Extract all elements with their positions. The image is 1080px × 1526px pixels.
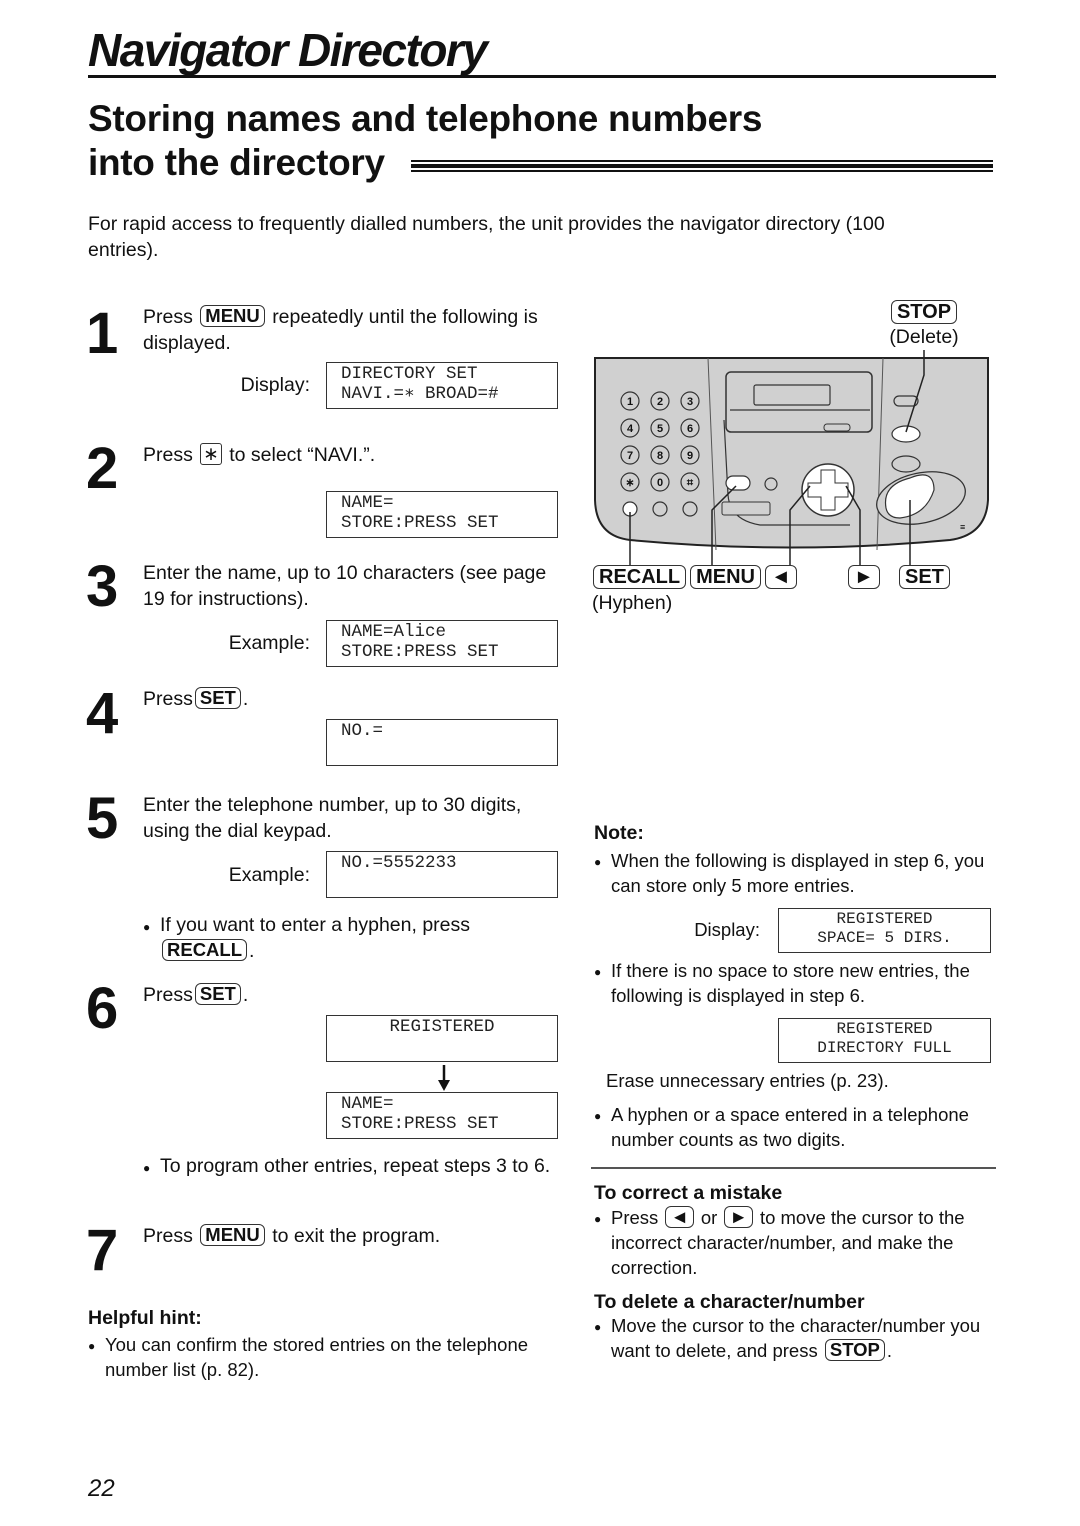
- svg-text:∗: ∗: [625, 477, 634, 489]
- step-1-number: 1: [86, 301, 119, 366]
- step-6-number: 6: [86, 976, 119, 1041]
- helpful-hint-heading: Helpful hint:: [88, 1307, 202, 1329]
- step-3-number: 3: [86, 554, 119, 619]
- svg-text:8: 8: [657, 450, 663, 462]
- keypad-key: 6: [680, 418, 700, 438]
- lcd-display-step-5: NO.=5552233: [326, 851, 558, 898]
- recall-caption: (Hyphen): [592, 592, 673, 614]
- keypad-key: 5: [650, 418, 670, 438]
- svg-text:≡: ≡: [960, 522, 965, 532]
- step-1-text: Press MENU repeatedly until the followin…: [143, 305, 538, 354]
- keypad-key: 0: [650, 472, 670, 492]
- keypad-key: ∗: [620, 472, 640, 492]
- set-key: SET: [194, 983, 241, 1005]
- step-7-number: 7: [86, 1218, 119, 1283]
- title-rule: [88, 75, 996, 78]
- set-key: SET: [194, 687, 241, 709]
- display-label: Display:: [694, 919, 760, 940]
- step-2-number: 2: [86, 436, 119, 501]
- svg-text:9: 9: [687, 450, 693, 462]
- helpful-hint-bullet: You can confirm the stored entries on th…: [88, 1332, 565, 1382]
- stop-key: STOP: [824, 1339, 885, 1361]
- erase-text: Erase unnecessary entries (p. 23).: [606, 1070, 889, 1091]
- stop-key: STOP: [890, 300, 958, 324]
- section-title-line2: into the directory: [88, 142, 385, 183]
- keypad-key: 8: [650, 445, 670, 465]
- step-6-text: Press SET.: [143, 983, 249, 1006]
- page-title: Navigator Directory: [88, 24, 488, 76]
- svg-text:2: 2: [657, 396, 663, 408]
- correct-mistake-heading: To correct a mistake: [594, 1182, 783, 1204]
- display-label: Display:: [240, 374, 310, 396]
- left-arrow-key: ◄: [765, 565, 797, 589]
- set-key: SET: [899, 565, 950, 589]
- step-4-number: 4: [86, 681, 119, 746]
- stop-caption: (Delete): [889, 326, 959, 348]
- svg-text:5: 5: [657, 423, 663, 435]
- intro-paragraph: For rapid access to frequently dialled n…: [88, 213, 885, 261]
- lcd-display-step-3: NAME=Alice STORE:PRESS SET: [326, 620, 558, 667]
- svg-text:3: 3: [687, 396, 693, 408]
- keypad-key: 7: [620, 445, 640, 465]
- svg-text:7: 7: [627, 450, 633, 462]
- menu-key: MENU: [690, 565, 761, 589]
- step-5-text: Enter the telephone number, up to 30 dig…: [143, 794, 522, 842]
- lcd-directory-full: REGISTERED DIRECTORY FULL: [778, 1018, 991, 1063]
- recall-key: RECALL: [162, 939, 248, 961]
- down-arrow-icon: [438, 1065, 450, 1091]
- keypad-key: 4: [620, 418, 640, 438]
- hyphen-bullet: If you want to enter a hyphen, press REC…: [143, 912, 560, 964]
- note-bullet-2: If there is no space to store new entrie…: [594, 958, 1006, 1008]
- key-labels-row: RECALL MENU ◄: [591, 565, 799, 589]
- menu-key: MENU: [200, 1224, 265, 1246]
- lcd-display-step-6-next: NAME= STORE:PRESS SET: [326, 1092, 558, 1139]
- keypad-key: 2: [650, 391, 670, 411]
- delete-char-bullet: Move the cursor to the character/number …: [594, 1313, 1011, 1363]
- note-bullet-1: When the following is displayed in step …: [594, 848, 1001, 898]
- keypad-key: 9: [680, 445, 700, 465]
- svg-text:6: 6: [687, 423, 693, 435]
- note-heading: Note:: [594, 822, 644, 844]
- lcd-display-step-6: REGISTERED: [326, 1015, 558, 1062]
- right-arrow-key: ►: [848, 565, 880, 589]
- correct-mistake-bullet: Press ◄ or ► to move the cursor to the i…: [594, 1205, 1006, 1280]
- fax-control-panel-illustration: 1 2 3 4 5 6 7 8 9 ∗ 0 ⌗ ≡: [594, 350, 989, 565]
- lcd-display-step-4: NO.=: [326, 719, 558, 766]
- right-arrow-key: ►: [724, 1206, 753, 1228]
- example-label: Example:: [228, 632, 310, 654]
- step-4-text: Press SET.: [143, 687, 249, 710]
- delete-char-heading: To delete a character/number: [594, 1291, 865, 1313]
- page-number: 22: [88, 1475, 115, 1502]
- left-arrow-key: ◄: [665, 1206, 694, 1228]
- repeat-bullet: To program other entries, repeat steps 3…: [143, 1153, 570, 1181]
- stop-callout: STOP (Delete): [888, 300, 960, 350]
- step-2-text: Press ∗ to select “NAVI.”.: [143, 443, 376, 466]
- recall-key: RECALL: [593, 565, 687, 589]
- keypad-key: 3: [680, 391, 700, 411]
- svg-text:0: 0: [657, 477, 663, 489]
- lcd-display-step-1: DIRECTORY SET NAVI.=∗ BROAD=#: [326, 362, 558, 409]
- star-key: ∗: [200, 443, 222, 465]
- svg-text:⌗: ⌗: [686, 477, 694, 489]
- lcd-space-5-dirs: REGISTERED SPACE= 5 DIRS.: [778, 908, 991, 953]
- menu-key: MENU: [200, 305, 265, 327]
- section-divider: [591, 1167, 996, 1169]
- note-bullet-3: A hyphen or a space entered in a telepho…: [594, 1102, 1006, 1152]
- section-title-line1: Storing names and telephone numbers: [88, 98, 763, 139]
- keypad-key: ⌗: [680, 472, 700, 492]
- step-5-number: 5: [86, 786, 119, 851]
- step-3-text: Enter the name, up to 10 characters (see…: [143, 562, 547, 610]
- svg-text:1: 1: [627, 396, 633, 408]
- section-title-rules: [411, 160, 993, 174]
- keypad-key: 1: [620, 391, 640, 411]
- svg-text:4: 4: [627, 423, 634, 435]
- step-7-text: Press MENU to exit the program.: [143, 1224, 441, 1247]
- lcd-display-step-2: NAME= STORE:PRESS SET: [326, 491, 558, 538]
- example-label: Example:: [228, 864, 310, 886]
